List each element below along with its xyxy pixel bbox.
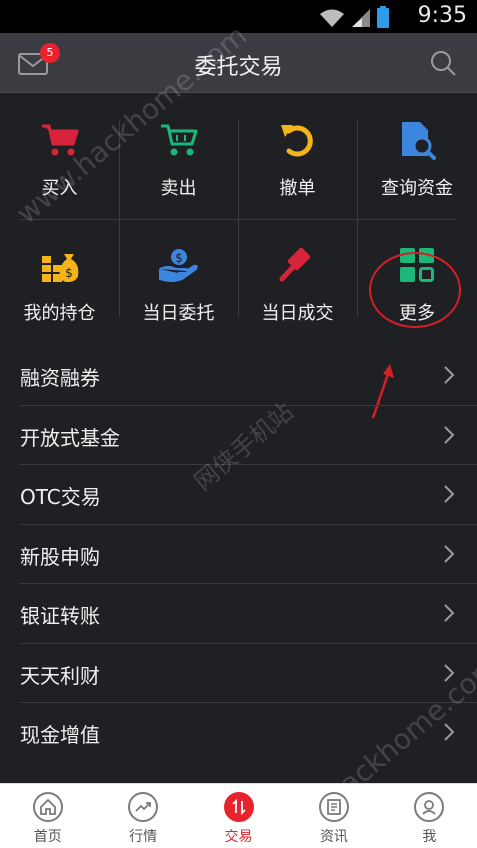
menu-item-margin-trading[interactable]: 融资融券 <box>20 346 477 406</box>
trend-icon <box>128 792 159 822</box>
nav-market[interactable]: 行情 <box>95 784 190 848</box>
gavel-icon <box>279 247 310 282</box>
money-bag-icon: $ <box>41 254 78 282</box>
nav-trade[interactable]: 交易 <box>191 784 286 848</box>
page-title: 委托交易 <box>194 55 283 80</box>
status-bar: 9:35 <box>0 0 477 33</box>
menu-item-label: 新股申购 <box>20 544 100 569</box>
chevron-right-icon <box>444 544 455 563</box>
chevron-right-icon <box>444 604 455 622</box>
battery-icon <box>377 6 389 28</box>
cart-icon <box>41 124 78 156</box>
cart-icon <box>160 124 197 156</box>
menu-item-ipo-subscription[interactable]: 新股申购 <box>20 525 477 584</box>
annotation-circle <box>369 252 461 328</box>
grid-item-cancel-order[interactable]: 撤单 <box>238 94 357 219</box>
chevron-right-icon <box>444 485 455 503</box>
document-search-icon <box>402 122 436 160</box>
grid-item-query-funds[interactable]: 查询资金 <box>357 94 477 219</box>
news-icon <box>318 792 349 822</box>
grid-item-label: 我的持仓 <box>23 303 96 324</box>
grid-item-positions[interactable]: $ 我的持仓 <box>0 219 119 344</box>
grid-item-label: 当日成交 <box>261 303 334 324</box>
nav-home[interactable]: 首页 <box>0 784 95 848</box>
menu-item-open-fund[interactable]: 开放式基金 <box>20 406 477 465</box>
menu-item-daily-finance[interactable]: 天天利财 <box>20 644 477 703</box>
undo-icon <box>280 125 313 157</box>
trade-arrows-icon <box>223 792 254 822</box>
nav-me[interactable]: 我 <box>382 784 477 848</box>
search-icon[interactable] <box>429 49 457 77</box>
nav-label: 资讯 <box>319 829 348 845</box>
grid-item-today-trades[interactable]: 当日成交 <box>238 219 357 344</box>
nav-label: 行情 <box>129 829 158 845</box>
menu-list: 融资融券 开放式基金 OTC交易 新股申购 银证转账 天天利财 现金增值 <box>0 346 477 763</box>
wifi-icon <box>320 9 344 27</box>
svg-text:$: $ <box>175 251 183 265</box>
menu-item-otc-trading[interactable]: OTC交易 <box>20 465 477 525</box>
menu-item-label: 银证转账 <box>20 604 100 628</box>
menu-item-label: 天天利财 <box>20 663 100 688</box>
grid-item-sell[interactable]: 卖出 <box>119 94 238 219</box>
svg-text:$: $ <box>65 266 73 280</box>
bottom-nav: 首页 行情 交易 资讯 我 <box>0 783 477 848</box>
grid-item-label: 卖出 <box>160 178 197 199</box>
grid-item-today-orders[interactable]: $ 当日委托 <box>119 219 238 344</box>
chevron-right-icon <box>444 366 455 384</box>
nav-news[interactable]: 资讯 <box>286 784 381 848</box>
home-icon <box>32 792 63 822</box>
grid-item-label: 撤单 <box>279 178 316 199</box>
chevron-right-icon <box>444 425 455 444</box>
nav-label: 首页 <box>33 829 62 845</box>
user-icon <box>414 792 445 822</box>
grid-item-label: 买入 <box>41 178 78 199</box>
hand-coin-icon: $ <box>158 249 198 282</box>
menu-item-bank-transfer[interactable]: 银证转账 <box>20 584 477 644</box>
menu-item-cash-growth[interactable]: 现金增值 <box>20 703 477 763</box>
grid-item-buy[interactable]: 买入 <box>0 94 119 219</box>
status-time: 9:35 <box>417 3 467 28</box>
title-bar: 5 委托交易 <box>0 33 477 93</box>
signal-icon <box>352 9 370 27</box>
grid-item-label: 当日委托 <box>142 303 215 324</box>
nav-label: 我 <box>422 829 437 845</box>
chevron-right-icon <box>444 663 455 682</box>
chevron-right-icon <box>444 723 455 741</box>
nav-label: 交易 <box>224 829 253 845</box>
menu-item-label: OTC交易 <box>20 485 101 509</box>
menu-item-label: 现金增值 <box>20 723 100 747</box>
menu-item-label: 融资融券 <box>20 366 100 390</box>
menu-item-label: 开放式基金 <box>20 425 120 450</box>
grid-item-label: 查询资金 <box>381 178 453 199</box>
